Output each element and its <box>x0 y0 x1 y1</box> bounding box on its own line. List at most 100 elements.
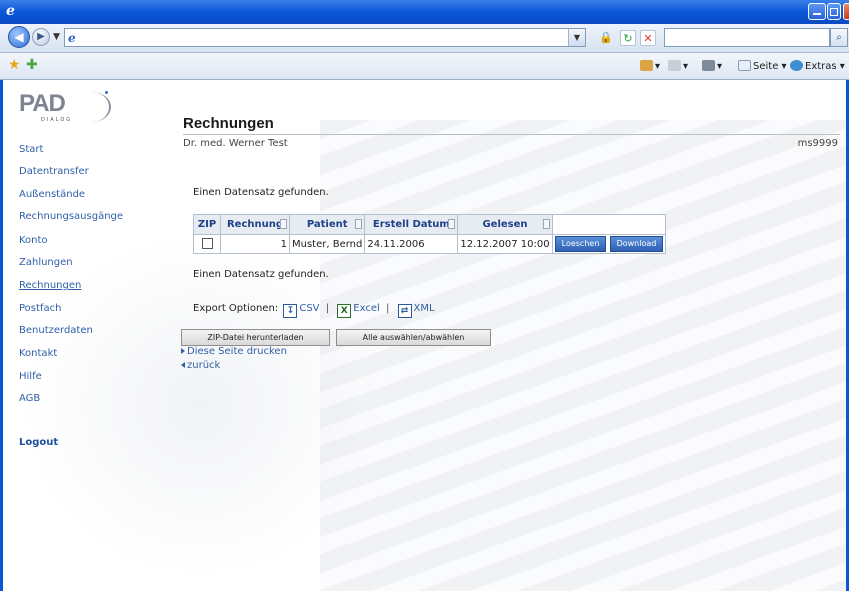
stop-icon[interactable]: ✕ <box>640 30 656 46</box>
gelesen-cell: 12.12.2007 10:00 <box>457 234 553 254</box>
sort-icon[interactable] <box>355 219 363 229</box>
table-header-row: ZIP Rechnung Patient Erstell Datum Geles… <box>193 214 667 235</box>
column-header-rechnung[interactable]: Rechnung <box>220 214 290 235</box>
logo-subtext: DIALOG <box>41 117 73 123</box>
feeds-icon[interactable]: ▾ <box>668 60 688 72</box>
separator: | <box>325 303 330 314</box>
export-csv-link[interactable]: CSV <box>299 303 319 314</box>
address-bar: ◀ ▶ ▼ e ▼ 🔒 ↻ ✕ ⌕ <box>0 24 849 53</box>
delete-button[interactable]: Loeschen <box>554 236 607 252</box>
url-input[interactable]: e ▼ <box>64 28 586 47</box>
column-header-patient[interactable]: Patient <box>288 214 366 235</box>
add-favorite-icon[interactable]: ✚ <box>26 57 38 73</box>
column-header-erstell-datum[interactable]: Erstell Datum <box>364 214 459 235</box>
actions-cell: Loeschen Download <box>551 234 667 254</box>
sidebar-item-hilfe[interactable]: Hilfe <box>19 371 42 382</box>
title-divider <box>183 134 840 135</box>
export-label: Export Optionen: <box>193 303 279 314</box>
export-excel-link[interactable]: Excel <box>353 303 380 314</box>
sidebar-item-rechnungsausgaenge[interactable]: Rechnungsausgänge <box>19 211 123 222</box>
history-dropdown-icon[interactable]: ▼ <box>53 32 60 42</box>
export-options: Export Optionen: ↧ CSV | X Excel | ⇄ XML <box>193 303 435 318</box>
patient-cell: Muster, Bernd <box>288 234 366 254</box>
tools-menu-label: Extras <box>805 61 837 72</box>
row-checkbox[interactable] <box>201 238 213 250</box>
back-link-label: zurück <box>187 360 221 371</box>
page-icon <box>738 60 751 71</box>
search-icon[interactable]: ⌕ <box>830 28 848 47</box>
close-button[interactable] <box>843 3 849 20</box>
sidebar-item-start[interactable]: Start <box>19 144 43 155</box>
page-menu[interactable]: Seite ▾ <box>738 60 787 72</box>
zip-cell <box>193 234 221 254</box>
sidebar-item-aussenstaende[interactable]: Außenstände <box>19 189 85 200</box>
rechnung-header-label: Rechnung <box>226 219 284 230</box>
column-header-gelesen[interactable]: Gelesen <box>457 214 553 235</box>
gear-icon <box>790 60 803 71</box>
sidebar-item-agb[interactable]: AGB <box>19 393 40 404</box>
back-link[interactable]: zurück <box>181 360 220 371</box>
doctor-name: Dr. med. Werner Test <box>183 138 288 149</box>
chevron-right-icon <box>181 348 185 354</box>
datum-header-label: Erstell Datum <box>372 219 450 230</box>
column-header-actions <box>551 214 667 235</box>
datum-cell: 24.11.2006 <box>364 234 459 254</box>
sidebar-item-zahlungen[interactable]: Zahlungen <box>19 257 73 268</box>
back-button[interactable]: ◀ <box>8 26 30 48</box>
print-link-label: Diese Seite drucken <box>187 346 287 357</box>
window-titlebar: e <box>0 0 849 24</box>
page-icon: e <box>68 31 76 45</box>
rechnung-cell: 1 <box>220 234 290 254</box>
column-header-zip[interactable]: ZIP <box>193 214 221 235</box>
excel-icon[interactable]: X <box>337 304 352 318</box>
sort-icon[interactable] <box>280 219 287 229</box>
ie-logo-icon: e <box>6 3 15 19</box>
minimize-button[interactable] <box>808 3 826 20</box>
invoice-table: ZIP Rechnung Patient Erstell Datum Geles… <box>193 214 667 254</box>
separator: | <box>385 303 390 314</box>
select-all-button[interactable]: Alle auswählen/abwählen <box>336 329 491 346</box>
logo-dot <box>105 91 108 94</box>
tools-menu[interactable]: Extras ▾ <box>790 60 845 72</box>
lock-icon[interactable]: 🔒 <box>598 30 614 46</box>
export-xml-link[interactable]: XML <box>414 303 435 314</box>
logo-text: PAD <box>19 90 66 117</box>
gelesen-header-label: Gelesen <box>482 219 528 230</box>
table-row: 1 Muster, Bernd 24.11.2006 12.12.2007 10… <box>193 234 667 254</box>
maximize-button[interactable] <box>827 3 841 20</box>
page-content: PAD DIALOG Start Datentransfer Außenstän… <box>0 80 849 591</box>
sidebar-item-kontakt[interactable]: Kontakt <box>19 348 57 359</box>
logo-arc <box>73 92 111 122</box>
sidebar-item-datentransfer[interactable]: Datentransfer <box>19 166 89 177</box>
forward-button[interactable]: ▶ <box>32 28 50 46</box>
sort-icon[interactable] <box>542 219 550 229</box>
status-text-top: Einen Datensatz gefunden. <box>193 187 329 198</box>
xml-icon[interactable]: ⇄ <box>397 304 412 318</box>
user-id: ms9999 <box>797 138 838 149</box>
sort-icon[interactable] <box>448 219 456 229</box>
print-page-link[interactable]: Diese Seite drucken <box>181 346 287 357</box>
sidebar-item-konto[interactable]: Konto <box>19 235 48 246</box>
home-icon[interactable]: ▾ <box>640 60 660 72</box>
zip-download-button[interactable]: ZIP-Datei herunterladen <box>181 329 330 346</box>
page-menu-label: Seite <box>753 61 779 72</box>
url-dropdown-icon[interactable]: ▼ <box>568 29 585 46</box>
chevron-left-icon <box>181 362 185 368</box>
status-text-bottom: Einen Datensatz gefunden. <box>193 269 329 280</box>
favorites-star-icon[interactable]: ★ <box>8 57 21 73</box>
pad-dialog-logo[interactable]: PAD DIALOG <box>19 90 111 124</box>
logout-link[interactable]: Logout <box>19 437 58 448</box>
background-keyboard-image <box>320 120 849 591</box>
sidebar-item-benutzerdaten[interactable]: Benutzerdaten <box>19 325 93 336</box>
search-input[interactable] <box>664 28 830 47</box>
patient-header-label: Patient <box>306 219 348 230</box>
csv-icon[interactable]: ↧ <box>283 304 298 318</box>
refresh-icon[interactable]: ↻ <box>620 30 636 46</box>
page-title: Rechnungen <box>183 115 274 132</box>
download-button[interactable]: Download <box>609 236 664 252</box>
sidebar-item-rechnungen[interactable]: Rechnungen <box>19 280 81 291</box>
sidebar-item-postfach[interactable]: Postfach <box>19 303 61 314</box>
window-frame-left <box>0 80 3 591</box>
favorites-bar: ★ ✚ ▾ ▾ ▾ Seite ▾ Extras ▾ <box>0 53 849 80</box>
print-icon[interactable]: ▾ <box>702 60 722 72</box>
